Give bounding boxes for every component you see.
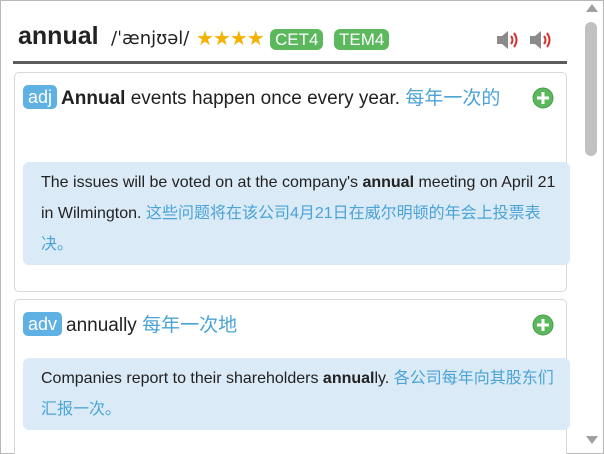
sense-card: adj Annual events happen once every year.… xyxy=(14,72,570,292)
frequency-stars: ★★★★ xyxy=(196,28,265,50)
definition-chinese: 每年一次地 xyxy=(142,315,238,336)
example-sentence: Companies report to their shareholders a… xyxy=(23,358,570,430)
part-of-speech-badge: adj xyxy=(23,85,58,109)
phonetic: /ˈænjʊəl/ xyxy=(111,28,190,49)
headword: annual xyxy=(18,22,99,50)
dictionary-content: annual /ˈænjʊəl/ ★★★★ CET4 TEM4 adj Annua… xyxy=(0,0,581,454)
tag-tem4: TEM4 xyxy=(334,29,390,50)
example-text: The issues will be voted on at the compa… xyxy=(41,174,363,191)
sense-card: adv annually 每年一次地 Companies report to th… xyxy=(14,299,570,454)
example-keyword: annual xyxy=(322,370,375,387)
definition-text: annually xyxy=(66,315,137,336)
example-text: ly. xyxy=(374,370,390,387)
example-text: Companies report to their shareholders xyxy=(41,370,323,387)
scroll-up-arrow-icon[interactable] xyxy=(586,4,598,12)
example-sentence: The issues will be voted on at the compa… xyxy=(23,162,570,265)
part-of-speech-badge: adv xyxy=(23,312,63,336)
speaker-icon[interactable] xyxy=(496,30,520,50)
definition-chinese: 每年一次的 xyxy=(405,88,501,109)
vertical-scrollbar[interactable] xyxy=(582,2,601,452)
definition: adj Annual events happen once every year.… xyxy=(23,84,503,114)
entry-header: annual /ˈænjʊəl/ ★★★★ CET4 TEM4 xyxy=(18,20,566,58)
speaker-icon[interactable] xyxy=(529,30,553,50)
definition: adv annually 每年一次地 xyxy=(23,311,503,341)
header-divider xyxy=(13,61,567,64)
example-keyword: annual xyxy=(362,174,415,191)
scroll-down-arrow-icon[interactable] xyxy=(586,436,598,444)
definition-keyword: Annual xyxy=(61,88,126,109)
plus-circle-icon[interactable] xyxy=(532,87,554,109)
tag-cet4: CET4 xyxy=(270,29,324,50)
plus-circle-icon[interactable] xyxy=(532,314,554,336)
definition-text: events happen once every year. xyxy=(125,88,401,109)
scrollbar-thumb[interactable] xyxy=(585,22,597,156)
